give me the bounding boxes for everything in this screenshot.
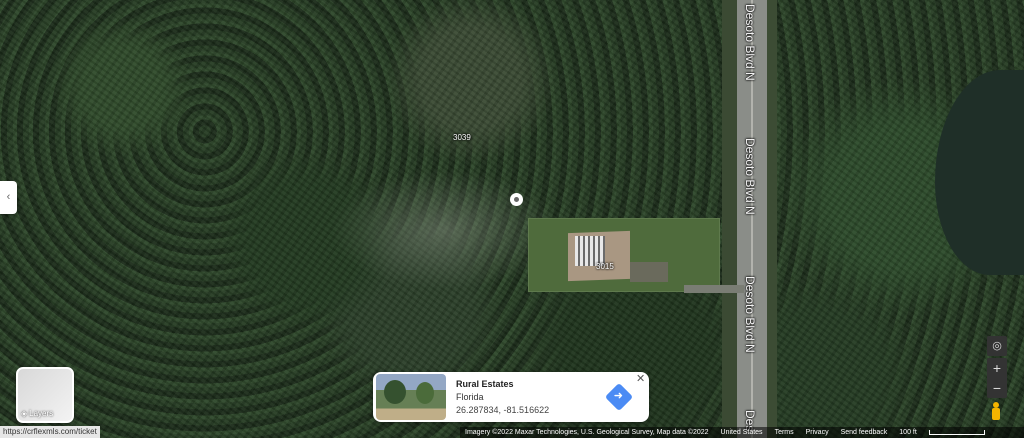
road-verge-right [767, 0, 777, 438]
place-title: Rural Estates [456, 379, 514, 389]
directions-icon: ➜ [613, 390, 623, 403]
zoom-out-button[interactable]: − [987, 378, 1007, 398]
privacy-link[interactable]: Privacy [806, 429, 829, 436]
terms-link[interactable]: Terms [775, 429, 794, 436]
address-label: 3015 [596, 262, 614, 271]
scale-label[interactable]: 100 ft [899, 429, 917, 436]
road-verge-left [722, 0, 737, 438]
directions-button[interactable]: ➜ [604, 382, 634, 412]
map-footer: Imagery ©2022 Maxar Technologies, U.S. G… [460, 427, 1024, 438]
layers-icon: ◈ [21, 409, 28, 418]
layers-button[interactable]: ◈ Layers [16, 367, 74, 423]
location-pin-icon[interactable] [510, 193, 523, 206]
place-subtitle: Florida [456, 392, 484, 402]
driveway [630, 262, 668, 282]
imagery-attribution: Imagery ©2022 Maxar Technologies, U.S. G… [465, 429, 709, 436]
my-location-button[interactable]: ◎ [987, 336, 1007, 356]
layers-label-group: ◈ Layers [21, 409, 53, 418]
zoom-in-button[interactable]: + [987, 358, 1007, 378]
address-label: 3039 [453, 133, 471, 142]
close-icon[interactable]: ✕ [636, 372, 645, 385]
pegman-body [992, 408, 1000, 420]
layers-label: Layers [29, 409, 54, 418]
photo-tree [384, 380, 406, 404]
scale-bar [928, 430, 985, 435]
road-label: Desoto Blvd N [743, 276, 757, 353]
place-coordinates: 26.287834, -81.516622 [456, 405, 550, 415]
collapse-panel-button[interactable]: ‹ [0, 181, 17, 214]
road-label: Desoto Blvd N [743, 138, 757, 215]
side-road [684, 285, 744, 293]
photo-tree [416, 382, 434, 404]
pegman-icon[interactable] [989, 402, 1003, 422]
place-card[interactable]: Rural Estates Florida 26.287834, -81.516… [373, 372, 649, 422]
feedback-link[interactable]: Send feedback [841, 429, 888, 436]
status-url: https://crflexmls.com/ticket [0, 426, 100, 438]
place-photo[interactable] [376, 374, 446, 420]
country-label[interactable]: United States [721, 429, 763, 436]
clearing [330, 170, 560, 290]
road-label: Desoto Blvd N [743, 4, 757, 81]
